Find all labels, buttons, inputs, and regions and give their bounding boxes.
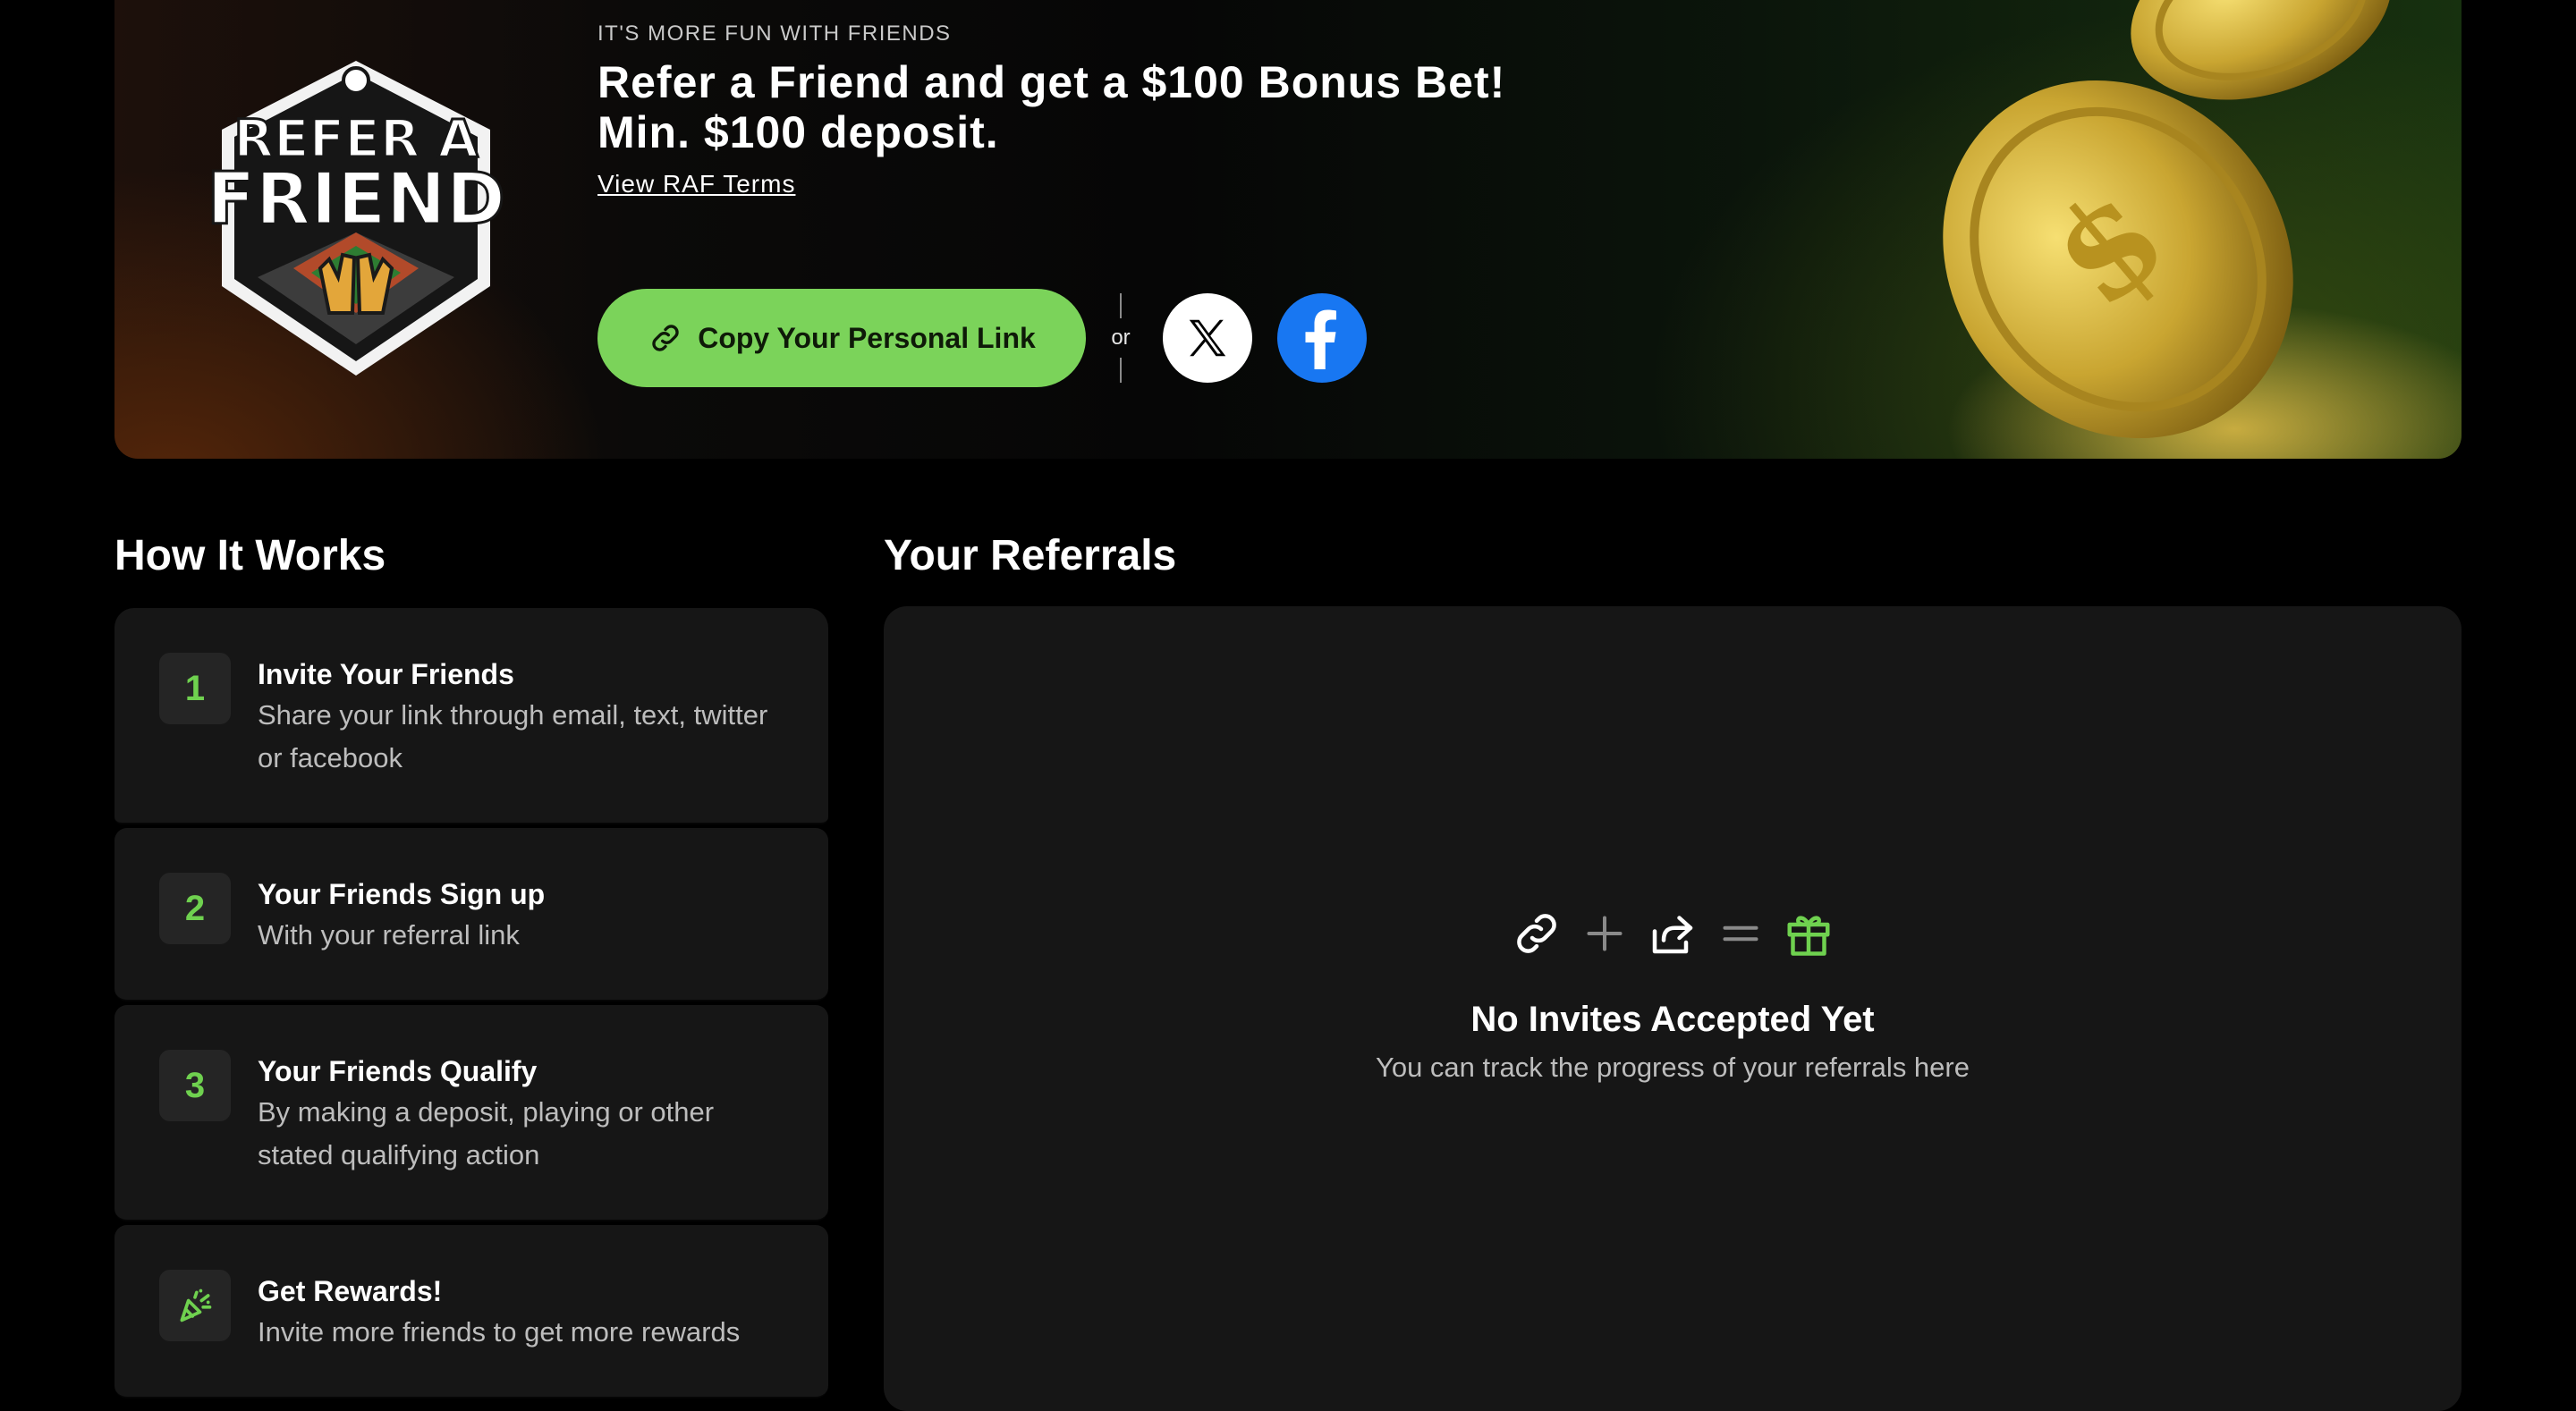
step-description: Share your link through email, text, twi… <box>258 699 768 773</box>
x-logo-icon <box>1189 319 1226 357</box>
your-referrals-heading: Your Referrals <box>884 532 1177 579</box>
headline-line-2: Min. $100 deposit. <box>597 107 999 157</box>
step-number-badge: 3 <box>159 1050 231 1121</box>
how-it-works-steps: 1 Invite Your Friends Share your link th… <box>114 608 828 1402</box>
banner-headline: Refer a Friend and get a $100 Bonus Bet!… <box>597 57 1581 157</box>
share-icon <box>1652 916 1693 954</box>
step-icon-badge <box>159 1270 231 1341</box>
step-title: Your Friends Sign up <box>258 878 546 910</box>
no-invites-title: No Invites Accepted Yet <box>1470 1000 1875 1039</box>
or-divider: or <box>1107 293 1134 383</box>
referral-flow-icons <box>884 907 2462 960</box>
refer-a-friend-logo: REFER A FRIEND <box>205 61 507 376</box>
refer-a-friend-banner: REFER A FRIEND IT'S MORE FUN WITH FRIEND… <box>114 0 2462 459</box>
step-friends-sign-up: 2 Your Friends Sign up With your referra… <box>114 828 828 1001</box>
step-description: With your referral link <box>258 919 520 951</box>
facebook-logo-icon <box>1305 309 1336 369</box>
headline-line-1: Refer a Friend and get a $100 Bonus Bet! <box>597 57 1506 107</box>
share-on-x-button[interactable] <box>1163 293 1252 383</box>
step-friends-qualify: 3 Your Friends Qualify By making a depos… <box>114 1005 828 1221</box>
step-title: Get Rewards! <box>258 1275 443 1307</box>
step-number-badge: 1 <box>159 653 231 724</box>
step-invite-friends: 1 Invite Your Friends Share your link th… <box>114 608 828 824</box>
step-description: Invite more friends to get more rewards <box>258 1316 741 1348</box>
equals-icon <box>1723 925 1758 942</box>
or-label: or <box>1111 325 1131 350</box>
party-popper-icon <box>180 1288 212 1322</box>
copy-personal-link-button[interactable]: Copy Your Personal Link <box>597 289 1086 387</box>
referrals-panel: No Invites Accepted Yet You can track th… <box>884 606 2462 1411</box>
link-icon <box>1517 914 1556 953</box>
plus-icon <box>1587 916 1623 951</box>
share-on-facebook-button[interactable] <box>1277 293 1367 383</box>
gold-coins-illustration: $ <box>1943 0 2462 459</box>
step-title: Your Friends Qualify <box>258 1055 538 1087</box>
view-raf-terms-link[interactable]: View RAF Terms <box>597 170 795 199</box>
link-icon <box>652 325 679 351</box>
step-title: Invite Your Friends <box>258 658 514 690</box>
step-get-rewards: Get Rewards! Invite more friends to get … <box>114 1225 828 1398</box>
step-number-badge: 2 <box>159 873 231 944</box>
gift-icon <box>1787 916 1830 956</box>
no-invites-description: You can track the progress of your refer… <box>1376 1052 1970 1083</box>
banner-eyebrow: IT'S MORE FUN WITH FRIENDS <box>597 21 952 46</box>
svg-text:FRIEND: FRIEND <box>207 157 505 241</box>
how-it-works-heading: How It Works <box>114 532 386 579</box>
copy-personal-link-label: Copy Your Personal Link <box>698 321 1036 354</box>
step-description: By making a deposit, playing or other st… <box>258 1096 715 1170</box>
